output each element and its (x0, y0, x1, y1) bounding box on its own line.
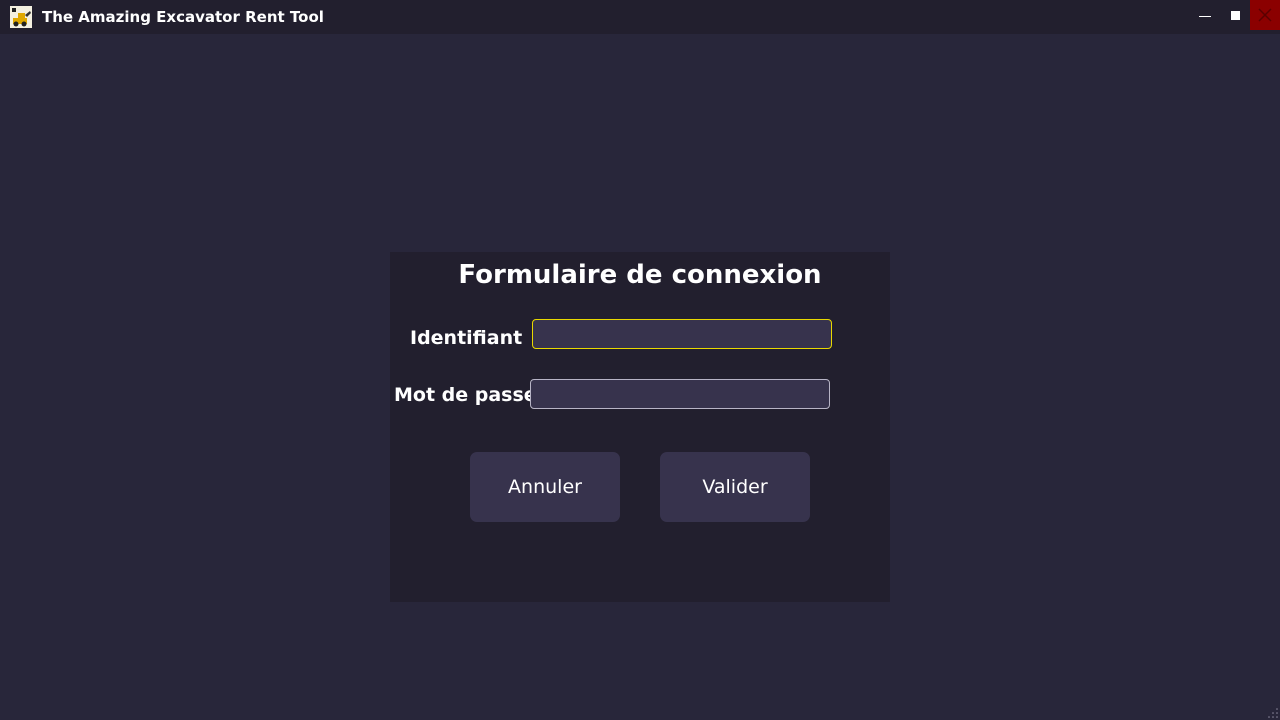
close-button[interactable] (1250, 0, 1280, 30)
excavator-icon (10, 6, 32, 28)
close-icon (1258, 8, 1272, 22)
login-panel: Formulaire de connexion Identifiant Mot … (390, 252, 890, 602)
minimize-button[interactable] (1192, 0, 1218, 30)
password-input[interactable] (530, 379, 830, 409)
maximize-icon (1230, 10, 1240, 20)
username-label: Identifiant (410, 327, 523, 349)
maximize-button[interactable] (1222, 0, 1248, 30)
cancel-button[interactable]: Annuler (470, 452, 620, 522)
username-input[interactable] (532, 319, 832, 349)
password-label: Mot de passe (394, 384, 537, 406)
submit-button[interactable]: Valider (660, 452, 810, 522)
title-bar[interactable]: The Amazing Excavator Rent Tool (0, 0, 1280, 34)
resize-grip-icon[interactable] (1268, 708, 1278, 718)
minimize-icon (1199, 15, 1211, 17)
window-title: The Amazing Excavator Rent Tool (42, 8, 324, 26)
form-title: Formulaire de connexion (458, 260, 822, 290)
